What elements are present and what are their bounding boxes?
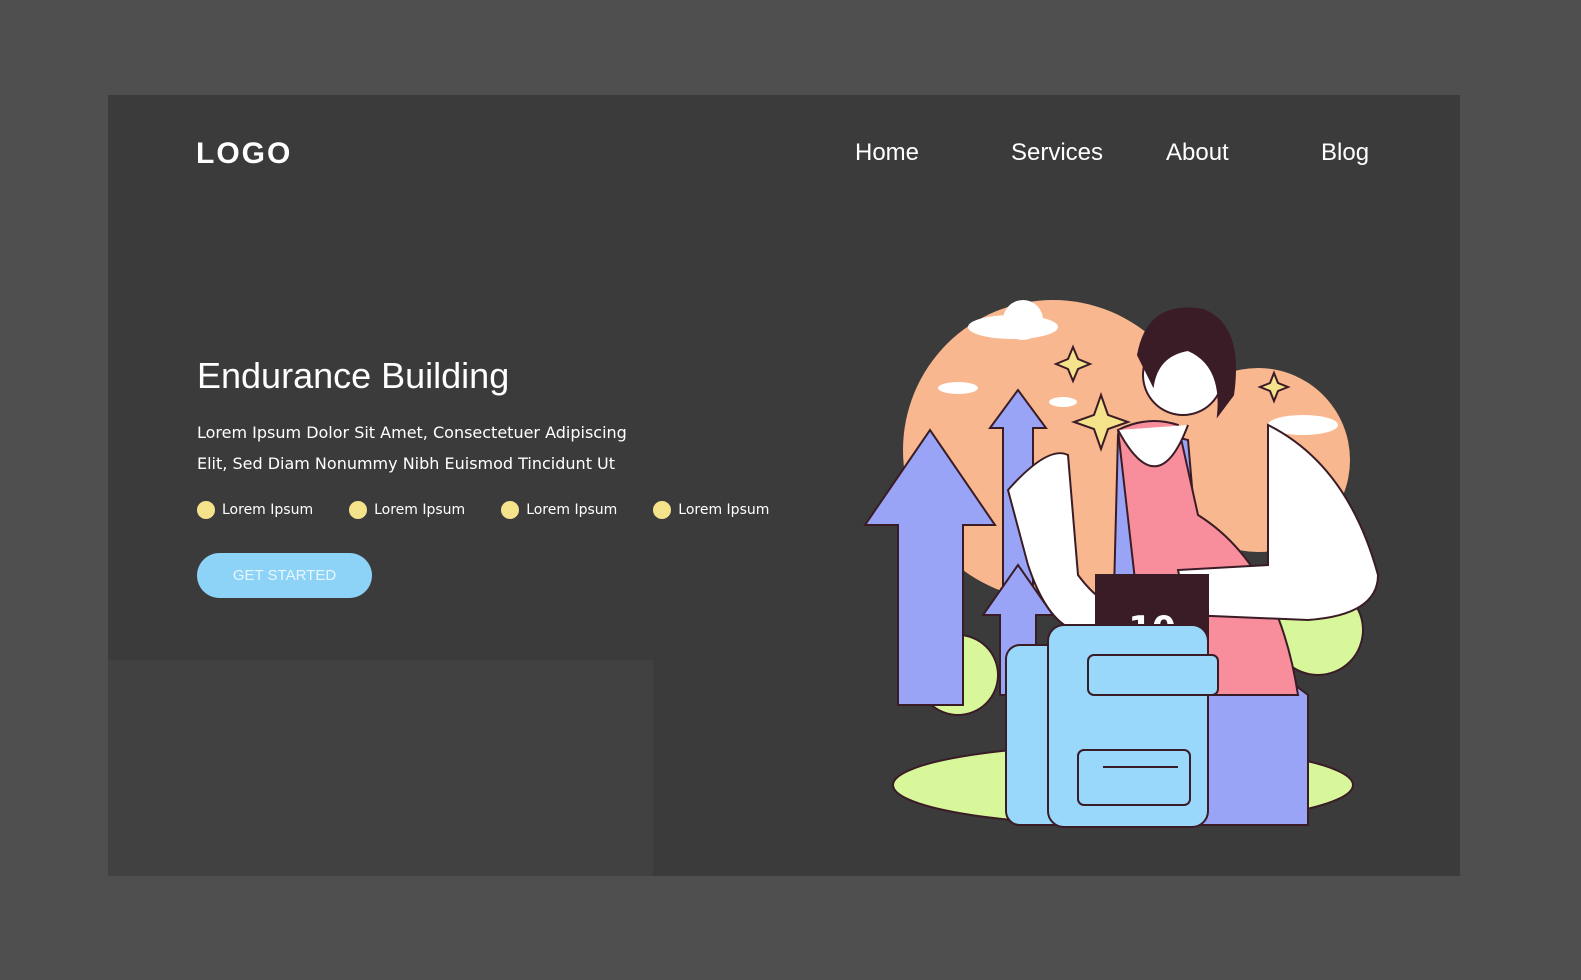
bullet-label: Lorem Ipsum bbox=[526, 502, 618, 518]
bullet-dot-icon bbox=[349, 501, 368, 519]
bullet-label: Lorem Ipsum bbox=[374, 502, 466, 518]
bullet-list: Lorem Ipsum Lorem Ipsum Lorem Ipsum Lore… bbox=[197, 501, 805, 519]
hero-title: Endurance Building bbox=[197, 355, 510, 396]
logo[interactable]: LOGO bbox=[196, 137, 292, 171]
fitness-illustration: 10 bbox=[863, 300, 1380, 828]
nav-blog[interactable]: Blog bbox=[1321, 139, 1369, 167]
bullet-item: Lorem Ipsum bbox=[653, 501, 769, 519]
get-started-button[interactable]: GET STARTED bbox=[197, 553, 372, 598]
nav-about[interactable]: About bbox=[1166, 139, 1229, 167]
bullet-label: Lorem Ipsum bbox=[222, 502, 314, 518]
bullet-label: Lorem Ipsum bbox=[678, 502, 770, 518]
nav-services[interactable]: Services bbox=[1011, 139, 1103, 167]
bullet-dot-icon bbox=[197, 501, 215, 519]
bullet-item: Lorem Ipsum bbox=[197, 501, 313, 519]
bullet-dot-icon bbox=[501, 501, 520, 519]
hero-description: Lorem Ipsum Dolor Sit Amet, Consectetuer… bbox=[197, 417, 667, 479]
hero-panel: LOGO Home Services About Blog Endurance … bbox=[108, 95, 1460, 876]
bullet-item: Lorem Ipsum bbox=[501, 501, 617, 519]
description-line: Lorem Ipsum Dolor Sit Amet, Consectetuer… bbox=[197, 423, 627, 442]
description-line: Elit, Sed Diam Nonummy Nibh Euismod Tinc… bbox=[197, 454, 616, 473]
nav-home[interactable]: Home bbox=[855, 139, 919, 167]
bullet-item: Lorem Ipsum bbox=[349, 501, 465, 519]
bullet-dot-icon bbox=[653, 501, 672, 519]
